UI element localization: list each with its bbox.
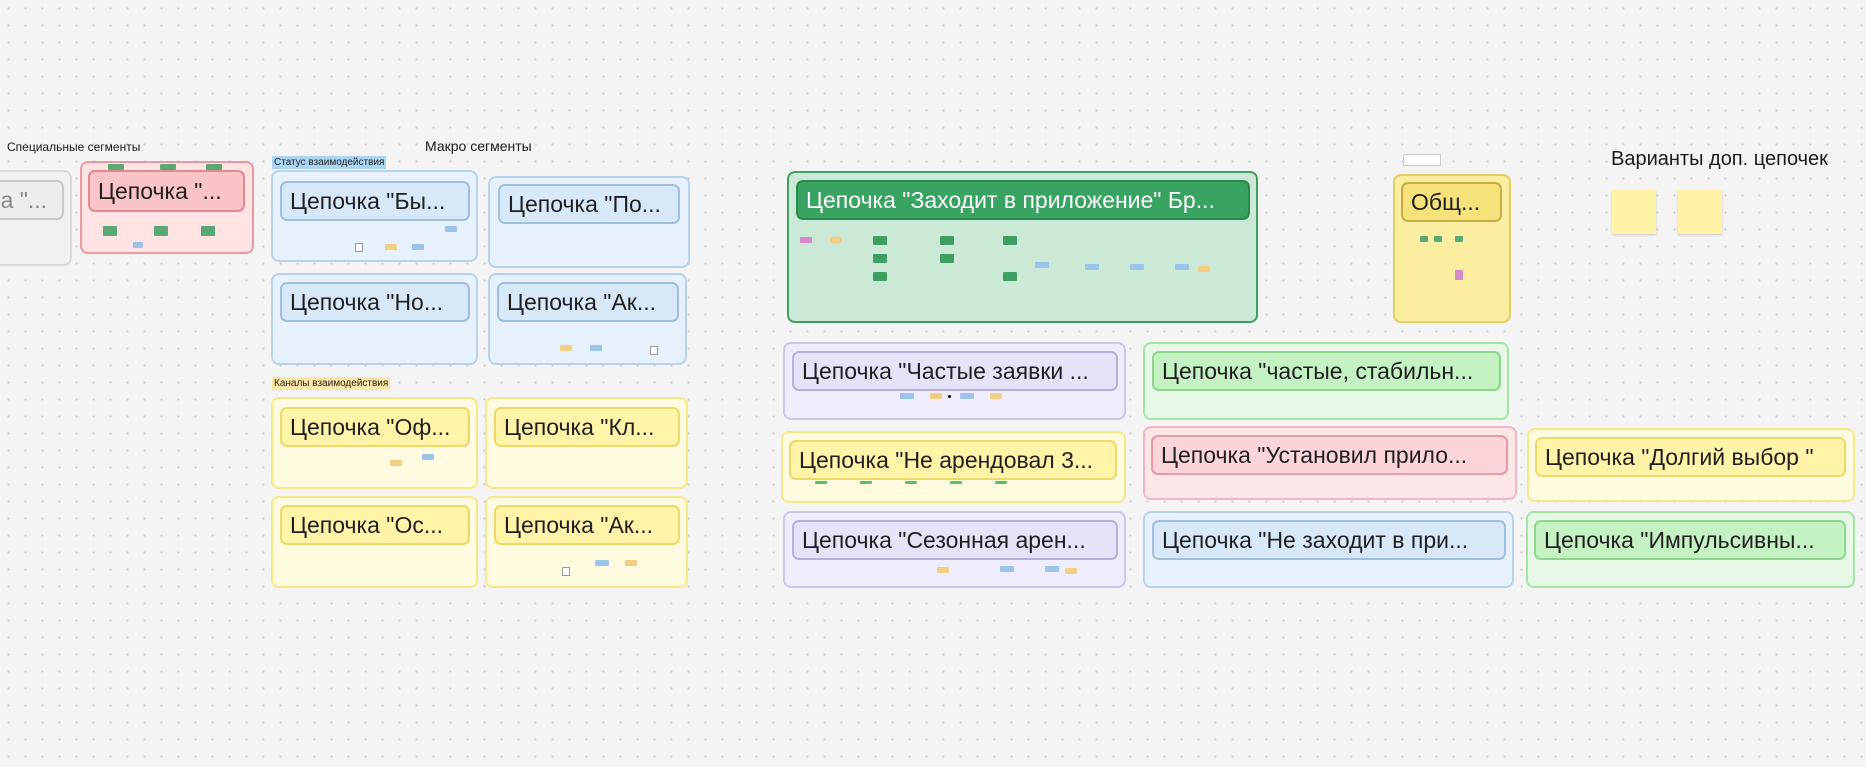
chain-title[interactable]: Цепочка "Кл... — [494, 407, 680, 447]
chain-title[interactable]: Цепочка "Не арендовал 3... — [789, 440, 1117, 480]
mini-node — [133, 242, 143, 248]
chain-title[interactable]: Общ... — [1401, 182, 1502, 222]
mini-node — [625, 560, 637, 566]
mini-node — [1420, 236, 1428, 242]
chain-title[interactable]: Цепочка "Установил прило... — [1151, 435, 1508, 475]
status-tag: Статус взаимодействия — [272, 156, 387, 169]
mini-node — [900, 393, 914, 399]
mini-node — [160, 164, 176, 170]
chain-title[interactable]: Цепочка "Оф... — [280, 407, 470, 447]
mini-node — [940, 254, 954, 263]
chain-title[interactable]: Цепочка "Ак... — [494, 505, 680, 545]
mini-node — [595, 560, 609, 566]
mini-node — [1035, 262, 1049, 268]
sticky-note[interactable] — [1612, 190, 1656, 234]
mini-node — [800, 237, 812, 243]
mini-node — [873, 236, 887, 245]
channels-tag: Каналы взаимодействия — [272, 377, 391, 390]
chain-title[interactable]: Цепочка "Не заходит в при... — [1152, 520, 1506, 560]
mini-node — [1455, 270, 1463, 280]
mini-node — [422, 454, 434, 460]
mini-node — [1003, 272, 1017, 281]
mini-node — [590, 345, 602, 351]
chain-title[interactable]: Цепочка "По... — [498, 184, 680, 224]
mini-node — [860, 481, 872, 484]
doc-icon — [650, 346, 658, 355]
chain-title[interactable]: Цепочка "частые, стабильн... — [1152, 351, 1501, 391]
mini-node — [445, 226, 457, 232]
mini-node — [1065, 568, 1077, 574]
chain-title[interactable]: Цепочка "Сезонная арен... — [792, 520, 1118, 560]
chain-title[interactable]: Цепочка "Ос... — [280, 505, 470, 545]
chain-title[interactable]: Цепочка "Заходит в приложение" Бр... — [796, 180, 1250, 220]
mini-node — [1403, 154, 1441, 166]
mini-node — [873, 272, 887, 281]
chain-title[interactable]: Цепочка "Бы... — [280, 181, 470, 221]
mini-node — [937, 567, 949, 573]
mini-node — [108, 164, 124, 170]
mini-node — [385, 244, 397, 250]
mini-node — [815, 481, 827, 484]
mini-node — [1455, 236, 1463, 242]
mini-node — [1085, 264, 1099, 270]
sticky-note[interactable] — [1678, 190, 1722, 234]
mini-node — [990, 393, 1002, 399]
mini-node — [830, 237, 842, 243]
mini-dot — [948, 395, 951, 398]
mini-node — [940, 236, 954, 245]
mini-node — [154, 226, 168, 236]
mini-node — [950, 481, 962, 484]
macro-segments-label: Макро сегменты — [425, 138, 532, 154]
mini-node — [1045, 566, 1059, 572]
mini-node — [1175, 264, 1189, 270]
doc-icon — [562, 567, 570, 576]
chain-title[interactable]: Цепочка "Частые заявки ... — [792, 351, 1118, 391]
mini-node — [930, 393, 942, 399]
mini-node — [560, 345, 572, 351]
variants-title: Варианты доп. цепочек — [1611, 148, 1828, 170]
mini-node — [1434, 236, 1442, 242]
mini-node — [201, 226, 215, 236]
mini-node — [873, 254, 887, 263]
mini-node — [905, 481, 917, 484]
special-segments-label: Специальные сегменты — [7, 140, 141, 154]
mini-node — [1000, 566, 1014, 572]
mini-node — [206, 164, 222, 170]
mini-node — [103, 226, 117, 236]
mini-node — [412, 244, 424, 250]
chain-title[interactable]: ка "... — [0, 180, 64, 220]
mini-node — [390, 460, 402, 466]
mini-node — [1003, 236, 1017, 245]
mini-node — [995, 481, 1007, 484]
doc-icon — [355, 243, 363, 252]
chain-title[interactable]: Цепочка "Ак... — [497, 282, 679, 322]
mini-node — [960, 393, 974, 399]
chain-title[interactable]: Цепочка "Но... — [280, 282, 470, 322]
chain-title[interactable]: Цепочка "Долгий выбор " — [1535, 437, 1846, 477]
chain-title[interactable]: Цепочка "... — [88, 170, 245, 212]
chain-title[interactable]: Цепочка "Импульсивны... — [1534, 520, 1846, 560]
mini-node — [1130, 264, 1144, 270]
mini-node — [1198, 266, 1210, 272]
